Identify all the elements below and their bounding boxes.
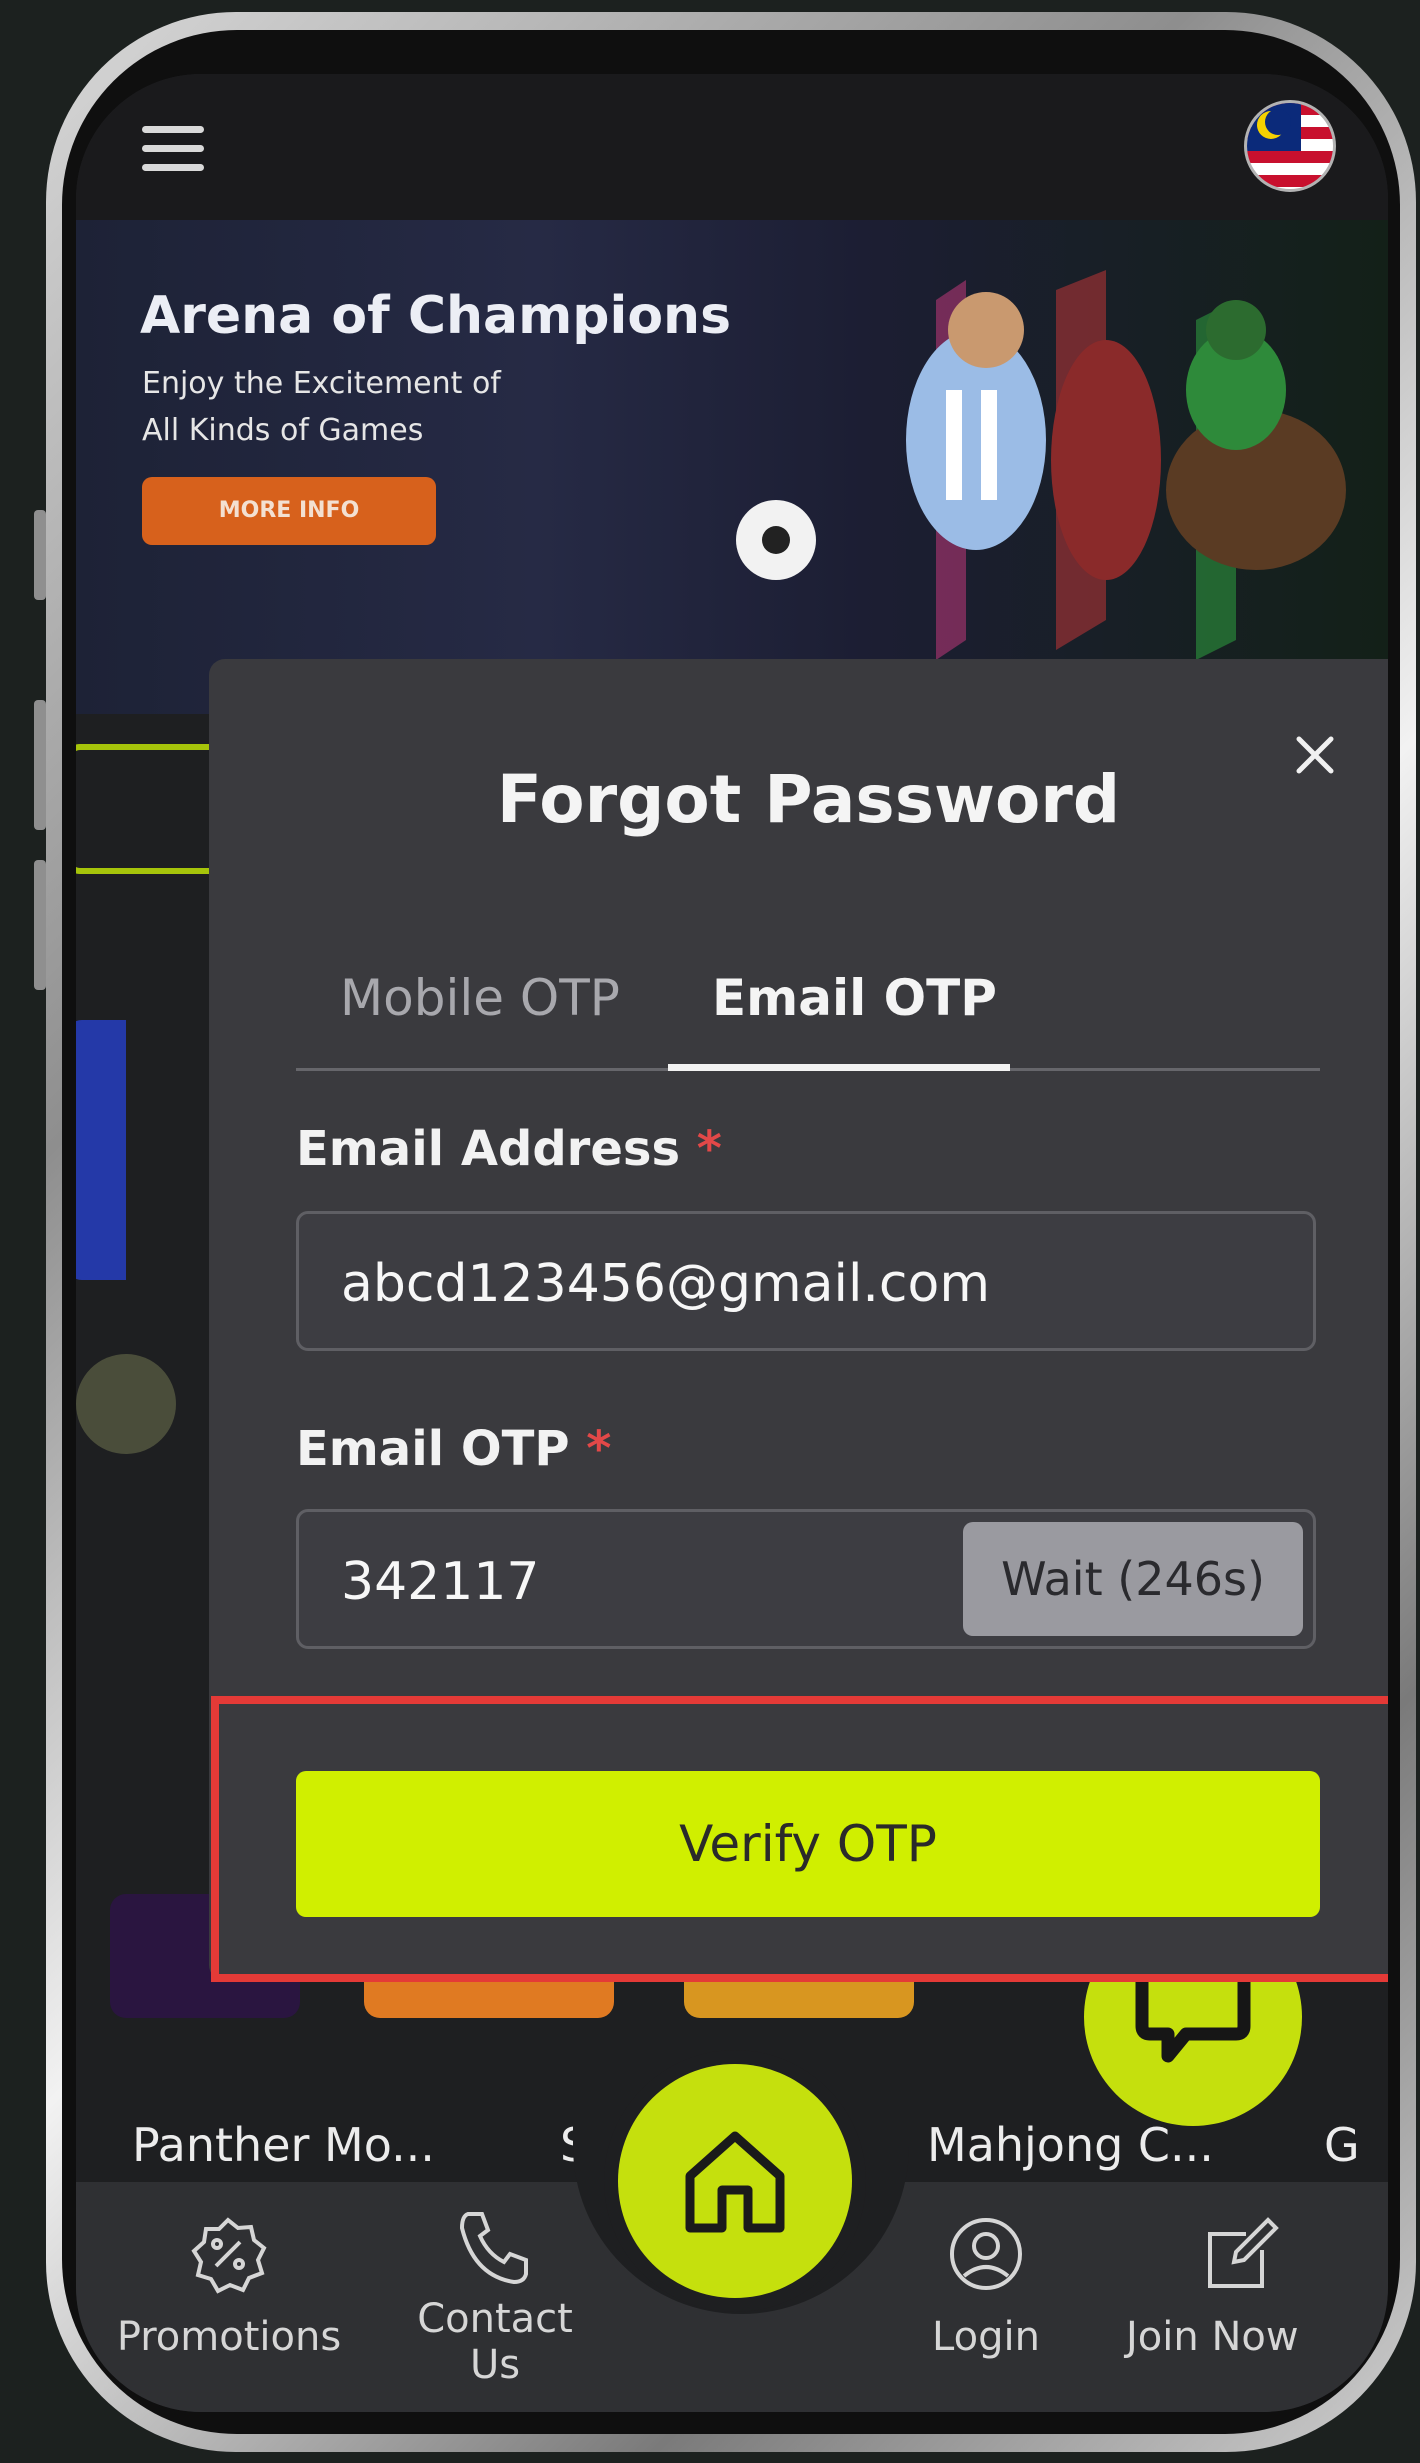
athletes-illustration: [736, 270, 1346, 660]
nav-login-label[interactable]: Login: [876, 2314, 1096, 2360]
nav-contact-label-line: Contact: [417, 2296, 573, 2342]
top-bar: [76, 74, 1388, 220]
nav-contact-label[interactable]: Contact Us: [376, 2296, 614, 2388]
email-field-value: abcd123456@gmail.com: [341, 1254, 990, 1314]
close-icon[interactable]: [1291, 731, 1339, 779]
phone-screen: Arena of Champions Enjoy the Excitement …: [76, 74, 1388, 2412]
user-circle-icon[interactable]: [946, 2214, 1026, 2294]
malaysia-flag-icon[interactable]: [1244, 100, 1336, 192]
modal-title: Forgot Password: [496, 761, 1121, 838]
tab-mobile-otp[interactable]: Mobile OTP: [340, 969, 620, 1027]
hamburger-icon[interactable]: [142, 126, 204, 172]
nav-promotions-label[interactable]: Promotions: [84, 2314, 374, 2360]
tab-email-otp[interactable]: Email OTP: [712, 969, 997, 1027]
otp-field-value: 342117: [341, 1552, 540, 1612]
otp-field[interactable]: 342117 Wait (246s): [296, 1509, 1316, 1649]
game-title[interactable]: Mahjong C...: [927, 2118, 1214, 2172]
phone-side-button: [34, 510, 46, 600]
required-mark: *: [696, 1121, 722, 1177]
phone-side-button: [34, 860, 46, 990]
game-title[interactable]: Panther Mo...: [132, 2118, 435, 2172]
tab-active-indicator: [668, 1064, 1010, 1071]
more-info-button[interactable]: MORE INFO: [142, 477, 436, 545]
email-field[interactable]: abcd123456@gmail.com: [296, 1211, 1316, 1351]
required-mark: *: [586, 1421, 612, 1477]
percent-badge-icon[interactable]: [188, 2214, 268, 2294]
email-address-label-text: Email Address: [296, 1121, 681, 1177]
game-title[interactable]: G: [1324, 2118, 1360, 2172]
edit-icon[interactable]: [1202, 2214, 1282, 2294]
email-otp-label-text: Email OTP: [296, 1421, 570, 1477]
promo-banner[interactable]: Arena of Champions Enjoy the Excitement …: [76, 220, 1388, 714]
highlight-box: [211, 1696, 1388, 1982]
banner-subtitle-line: Enjoy the Excitement of: [142, 366, 501, 401]
banner-subtitle-line: All Kinds of Games: [142, 413, 424, 448]
email-otp-label: Email OTP *: [296, 1421, 611, 1477]
nav-contact-label-line: Us: [469, 2342, 521, 2388]
nav-join-label[interactable]: Join Now: [1126, 2314, 1386, 2360]
phone-side-button: [34, 700, 46, 830]
email-address-label: Email Address *: [296, 1121, 722, 1177]
banner-subtitle: Enjoy the Excitement of All Kinds of Gam…: [142, 360, 602, 454]
phone-icon[interactable]: [454, 2206, 534, 2286]
resend-wait-button[interactable]: Wait (246s): [963, 1522, 1303, 1636]
home-icon[interactable]: [676, 2124, 794, 2234]
